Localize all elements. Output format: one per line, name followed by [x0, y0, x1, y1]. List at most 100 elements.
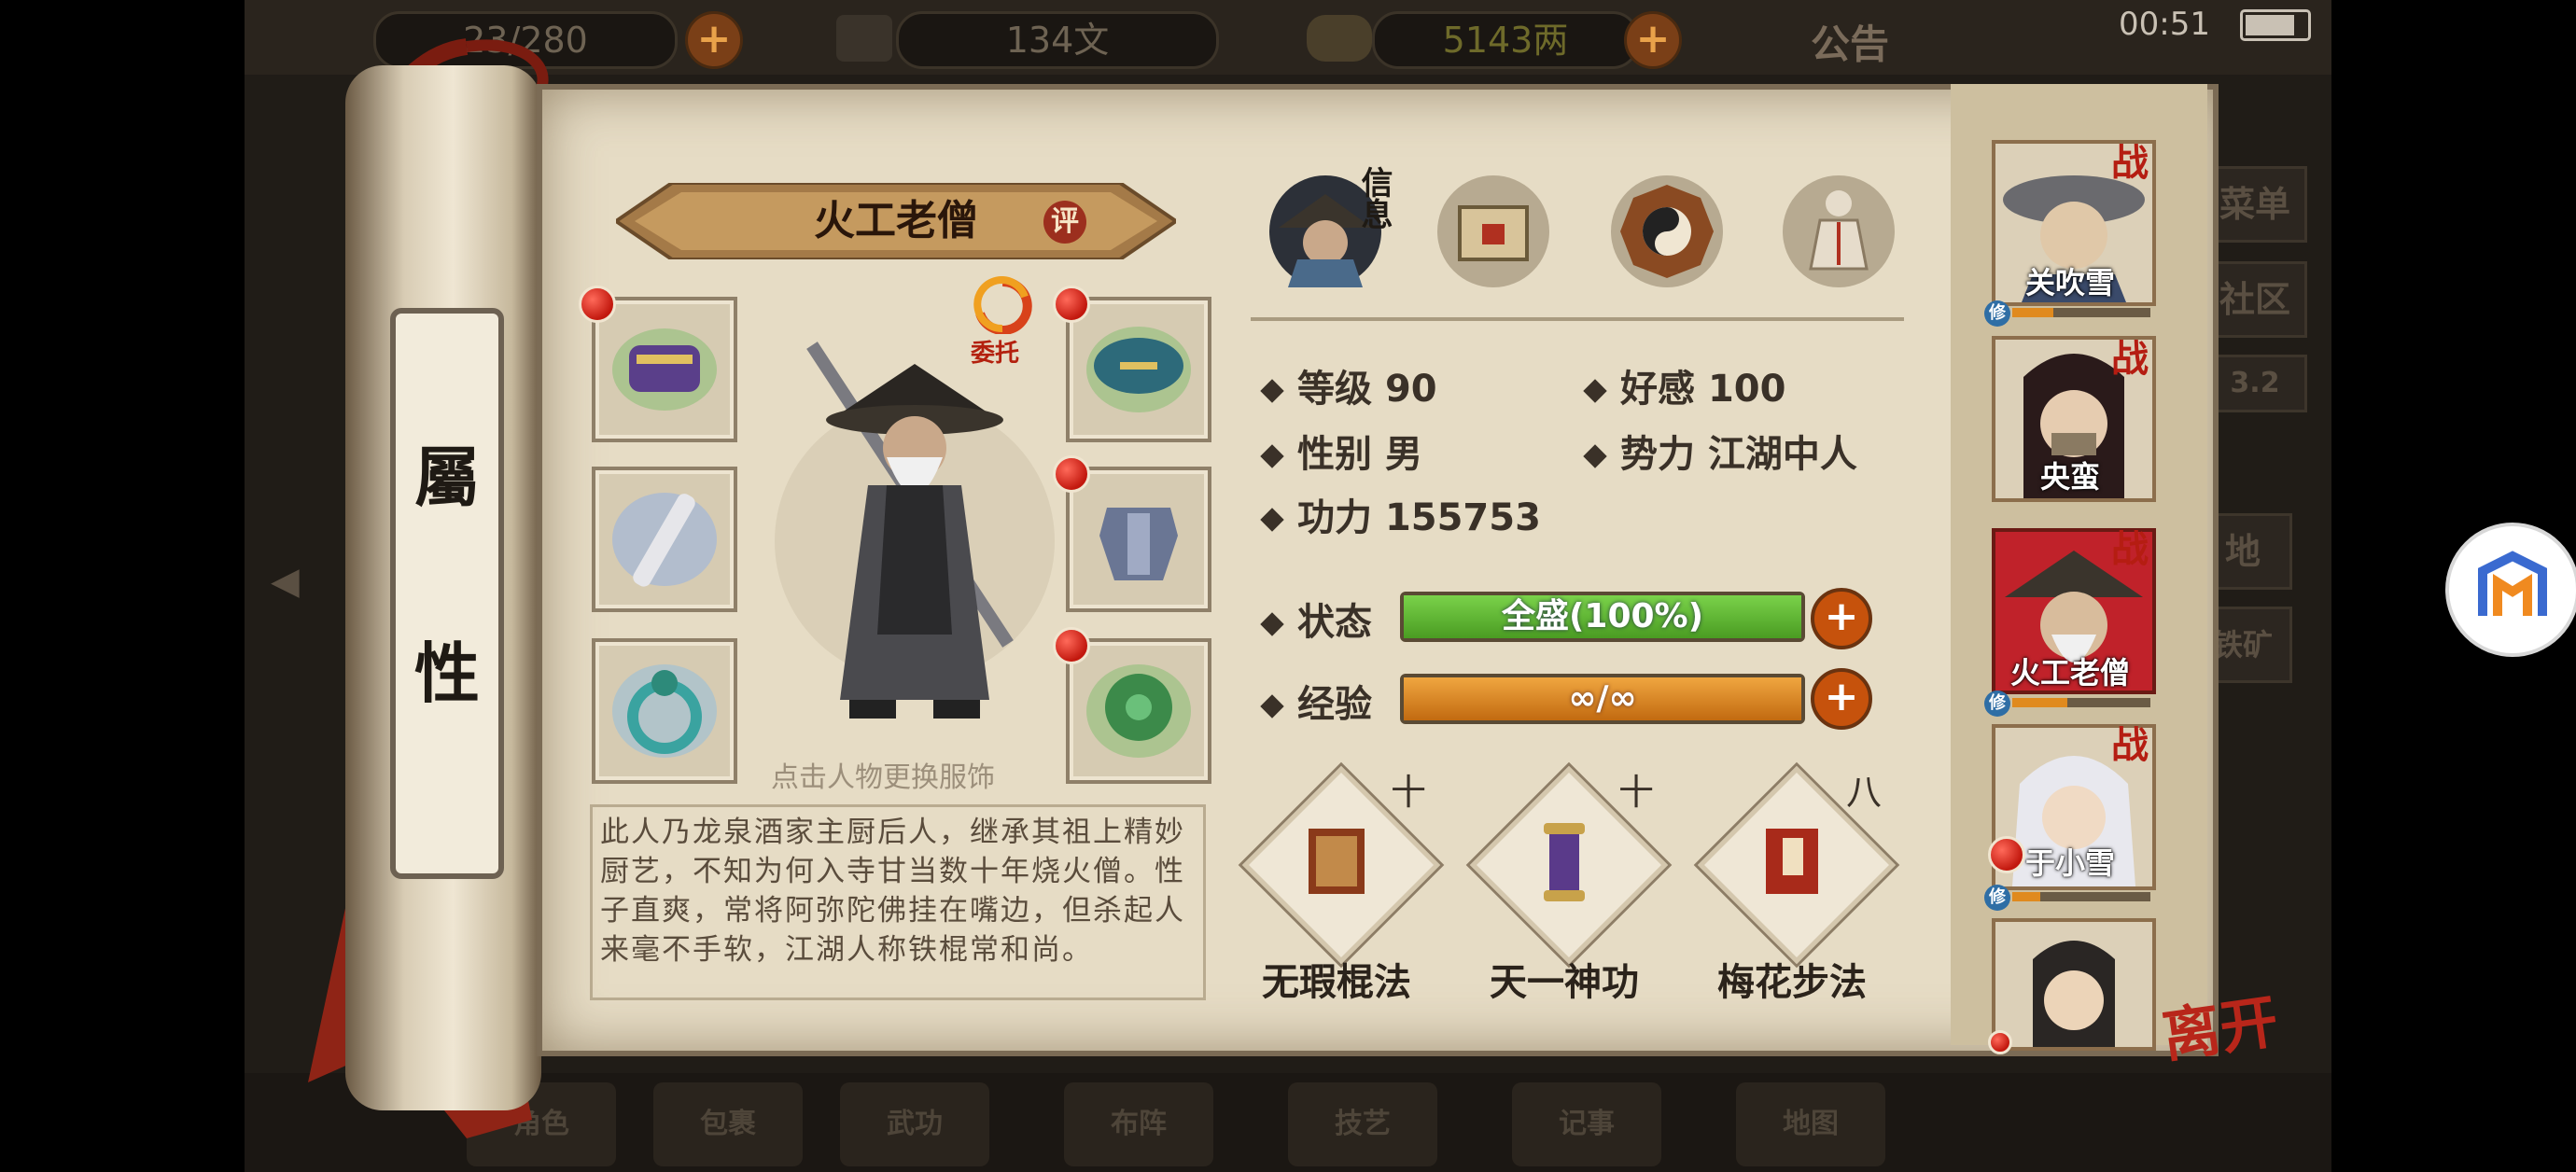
jade-pendant-icon: [1086, 664, 1191, 758]
assistant-logo-icon: [2478, 551, 2547, 616]
roster-name-3: 火工老僧: [2009, 655, 2130, 691]
gold-ingot-icon: [1307, 15, 1372, 62]
skill-1-level: 十: [1391, 772, 1427, 813]
diamond-icon: [1260, 694, 1284, 719]
faction-value: 江湖中人: [1707, 433, 1857, 476]
roster-battle-1: 战: [2111, 141, 2149, 185]
favor-label: 好感: [1620, 368, 1695, 411]
title-char-top: 屬: [414, 439, 480, 516]
nav-formation-label: 布阵: [1111, 1108, 1167, 1140]
copper-value: 134文: [1005, 20, 1110, 61]
roster-battle-3: 战: [2111, 527, 2149, 571]
state-add-button[interactable]: +: [1811, 588, 1872, 649]
tab-scroll[interactable]: [1437, 175, 1549, 287]
nav-journal-label: 记事: [1559, 1108, 1615, 1140]
jade-alert-dot: [1053, 627, 1090, 664]
nav-journal[interactable]: 记事: [1512, 1082, 1661, 1166]
roster-name-1: 关吹雪: [2024, 265, 2115, 300]
entrust-button[interactable]: 委托: [971, 334, 1019, 369]
roster-alert-4: [1988, 836, 2025, 873]
community-label: 社区: [2219, 279, 2290, 320]
equip-slot-ring[interactable]: [592, 638, 737, 784]
hat-icon: [1086, 327, 1191, 412]
tab-meridian[interactable]: [1783, 175, 1895, 287]
roster-cultivate-3: 修: [1984, 691, 2010, 717]
skill-2-level: 十: [1618, 772, 1655, 813]
exp-add-button[interactable]: +: [1811, 668, 1872, 730]
diamond-icon: [1260, 379, 1284, 403]
exp-value: ∞/∞: [1568, 679, 1637, 718]
nav-formation[interactable]: 布阵: [1064, 1082, 1213, 1166]
rate-badge[interactable]: 评: [1043, 201, 1086, 244]
diamond-icon: [1260, 444, 1284, 468]
stat-state: 状态: [1260, 592, 1372, 646]
notice-button[interactable]: 公告: [1811, 13, 1889, 70]
ring-icon: [612, 664, 717, 758]
red-book-icon: [1766, 829, 1818, 894]
nav-martial-label: 武功: [887, 1108, 943, 1140]
roster-battle-4: 战: [2111, 723, 2149, 767]
nav-bag[interactable]: 包裹: [653, 1082, 803, 1166]
roster-cultivate-1: 修: [1984, 300, 2010, 327]
equip-slot-weapon[interactable]: [592, 467, 737, 612]
equip-slot-armor[interactable]: [1066, 467, 1211, 612]
diamond-icon: [1260, 612, 1284, 636]
nav-skill-label: 技艺: [1335, 1108, 1391, 1140]
entrust-icon: [973, 276, 1032, 334]
armor-icon: [1099, 508, 1178, 580]
equip-slot-hat[interactable]: [1066, 297, 1211, 442]
gender-label: 性别: [1297, 433, 1372, 476]
stat-power: 功力 155753: [1260, 487, 1541, 541]
copper-coin-icon: [836, 15, 892, 62]
hat-alert-dot: [1053, 286, 1090, 323]
tab-bagua[interactable]: [1611, 175, 1723, 287]
stat-exp: 经验: [1260, 674, 1372, 728]
stamina-add-button[interactable]: +: [685, 11, 743, 69]
hero-name: 火工老僧: [814, 197, 978, 244]
nav-martial[interactable]: 武功: [840, 1082, 989, 1166]
silver-add-button[interactable]: +: [1624, 11, 1682, 69]
skill-3-name: 梅花步法: [1717, 960, 1867, 1004]
nav-map-label: 地图: [1783, 1108, 1839, 1140]
hero-portrait[interactable]: [775, 327, 1055, 737]
silver-pill: 5143两: [1372, 11, 1639, 69]
stat-level: 等级 90: [1260, 358, 1437, 412]
roster-alert-5: [1988, 1030, 2012, 1054]
gloves-icon: [612, 328, 717, 411]
nav-skill[interactable]: 技艺: [1288, 1082, 1437, 1166]
equip-slot-gloves[interactable]: [592, 297, 737, 442]
level-label: 等级: [1297, 368, 1372, 411]
power-label: 功力: [1297, 496, 1372, 539]
name-banner: 火工老僧 评: [616, 183, 1176, 259]
stat-gender: 性别 男: [1260, 424, 1422, 478]
title-char-bottom: 性: [414, 635, 480, 712]
roster-card-5[interactable]: [1992, 918, 2156, 1051]
stat-favor: 好感 100: [1583, 358, 1786, 412]
favor-value: 100: [1707, 368, 1786, 411]
floating-assistant-button[interactable]: [2445, 523, 2576, 657]
attribute-title-panel: 屬 性: [390, 308, 504, 879]
diamond-icon: [1583, 444, 1607, 468]
bagua-icon: [1620, 185, 1714, 278]
letter-icon: [1458, 205, 1529, 261]
state-label: 状态: [1297, 601, 1372, 644]
gender-value: 男: [1384, 433, 1422, 476]
skill-2-name: 天一神功: [1490, 960, 1639, 1004]
silver-value: 5143两: [1442, 20, 1569, 61]
faction-label: 势力: [1620, 433, 1695, 476]
exp-bar: ∞/∞: [1400, 674, 1805, 724]
nav-map[interactable]: 地图: [1736, 1082, 1885, 1166]
leave-button[interactable]: 离开: [2156, 974, 2282, 1073]
roster-exp-4: [2012, 892, 2150, 901]
equip-slot-jade[interactable]: [1066, 638, 1211, 784]
body-meridian-icon: [1809, 190, 1869, 271]
portrait-swordsman: [2033, 941, 2115, 1047]
skill-3-level: 八: [1846, 772, 1883, 813]
hero-bio-box: 此人乃龙泉酒家主厨后人，继承其祖上精妙厨艺，不知为何入寺甘当数十年烧火僧。性子直…: [590, 804, 1206, 1000]
roster-exp-3: [2012, 698, 2150, 707]
battery-icon: [2240, 9, 2311, 41]
tab-info-label: 信息: [1355, 166, 1393, 230]
scroll-book-icon: [1544, 823, 1585, 901]
version-badge-label: 3.2: [2230, 367, 2280, 399]
outfit-hint[interactable]: 点击人物更换服饰: [771, 754, 995, 795]
